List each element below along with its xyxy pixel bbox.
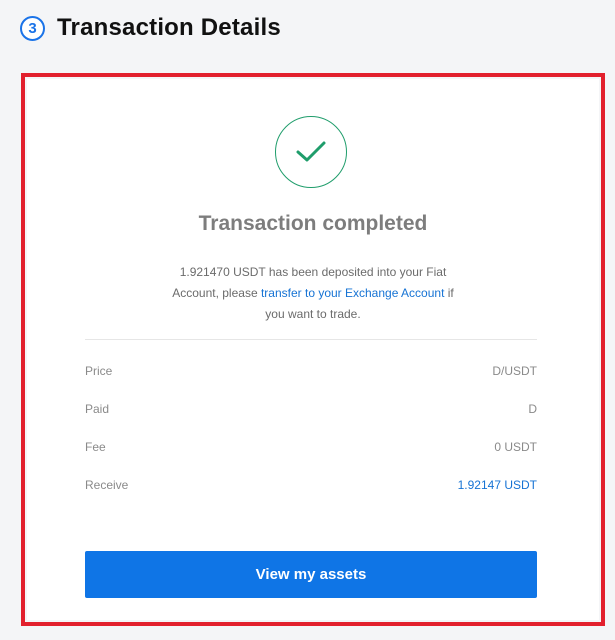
detail-row-receive: Receive 1.92147 USDT [85, 475, 537, 495]
detail-row-fee: Fee 0 USDT [85, 437, 537, 457]
page-header: 3 Transaction Details [20, 14, 281, 42]
detail-value: 1.92147 USDT [457, 478, 537, 492]
detail-value: D/USDT [492, 364, 537, 378]
detail-value: D [528, 402, 537, 416]
detail-label: Paid [85, 402, 110, 416]
checkmark-glyph [296, 141, 326, 162]
detail-row-paid: Paid D [85, 399, 537, 419]
step-number-badge: 3 [20, 15, 45, 41]
checkmark-icon [275, 116, 347, 188]
detail-label: Fee [85, 440, 106, 454]
detail-value: 0 USDT [494, 440, 537, 454]
view-my-assets-button[interactable]: View my assets [85, 551, 537, 598]
status-title: Transaction completed [198, 212, 428, 235]
page-title: Transaction Details [57, 14, 281, 41]
detail-label: Receive [85, 478, 129, 492]
detail-label: Price [85, 364, 113, 378]
divider [85, 339, 537, 340]
transfer-link[interactable]: transfer to your Exchange Account [261, 286, 444, 300]
detail-row-price: Price D/USDT [85, 361, 537, 381]
status-message: 1.921470 USDT has been deposited into yo… [165, 262, 461, 325]
transaction-card: Transaction completed 1.921470 USDT has … [27, 79, 599, 620]
